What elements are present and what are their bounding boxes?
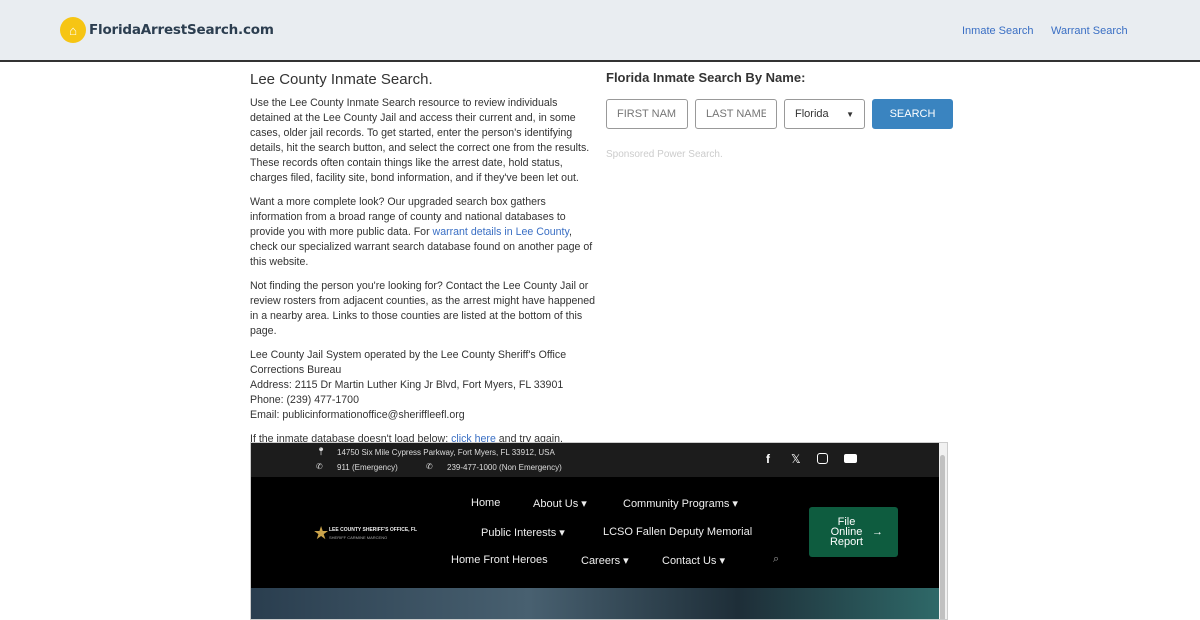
label: File Online Report [829, 516, 863, 548]
nav-warrant-search[interactable]: Warrant Search [1051, 25, 1128, 37]
x-icon[interactable]: 𝕏 [791, 452, 801, 466]
instagram-icon[interactable] [817, 453, 828, 464]
intro-paragraph: Use the Lee County Inmate Search resourc… [250, 97, 590, 184]
embed-logo-line2: SHERIFF CARMINE MARCENO [329, 535, 388, 540]
embed-phone-nonemergency[interactable]: 239-477-1000 (Non Emergency) [447, 463, 562, 472]
logo-text: FloridaArrestSearch.com [89, 22, 274, 38]
embed-topbar: 📍︎ 14750 Six Mile Cypress Parkway, Fort … [251, 443, 947, 477]
sponsored-text: Sponsored Power Search. [606, 149, 723, 160]
embed-menu-community[interactable]: Community Programs ▾ [623, 497, 738, 510]
article: Lee County Inmate Search. Use the Lee Co… [250, 72, 596, 456]
sheriff-star-icon: ★ [313, 523, 330, 543]
embed-phone-emergency[interactable]: 911 (Emergency) [337, 463, 398, 472]
first-name-input[interactable] [606, 99, 688, 129]
label: About Us [533, 498, 579, 510]
not-found-paragraph: Not finding the person you're looking fo… [250, 280, 596, 337]
warrant-link[interactable]: warrant details in Lee County [433, 226, 569, 238]
state-value: Florida [795, 108, 829, 120]
hero-image [251, 588, 947, 619]
embedded-sheriff-site: 📍︎ 14750 Six Mile Cypress Parkway, Fort … [250, 442, 948, 620]
upgrade-paragraph: Want a more complete look? Our upgraded … [250, 195, 596, 270]
embed-menu-heroes[interactable]: Home Front Heroes [451, 554, 548, 566]
embed-menu-public[interactable]: Public Interests ▾ [481, 526, 565, 539]
embed-menu-careers[interactable]: Careers ▾ [581, 554, 629, 567]
label: Careers [581, 555, 621, 567]
jail-operator: Lee County Jail System operated by the L… [250, 349, 567, 376]
scrollbar-thumb[interactable] [940, 455, 945, 619]
embed-logo-line1: LEE COUNTY SHERIFF'S OFFICE, FL [329, 527, 418, 533]
site-header: ⌂ FloridaArrestSearch.com Inmate Search … [0, 0, 1200, 62]
embed-menu-home[interactable]: Home [471, 497, 500, 509]
jail-phone: Phone: (239) 477-1700 [250, 394, 359, 406]
facebook-icon[interactable]: f [766, 452, 770, 466]
flip-flops-icon: ⌂ [60, 17, 86, 43]
jail-info: Lee County Jail System operated by the L… [250, 348, 596, 423]
label: Contact Us [662, 555, 717, 567]
search-panel: Florida Inmate Search By Name: Florida▼ … [606, 70, 956, 160]
map-pin-icon: 📍︎ [316, 447, 327, 456]
caret-down-icon: ▼ [846, 109, 854, 119]
phone-icon: ✆ [426, 462, 433, 471]
nav-inmate-search[interactable]: Inmate Search [962, 25, 1034, 37]
embed-menu-about[interactable]: About Us ▾ [533, 497, 587, 510]
state-select[interactable]: Florida ▼ [784, 99, 865, 129]
label: Public Interests [481, 527, 557, 539]
last-name-input[interactable] [695, 99, 777, 129]
search-icon[interactable]: ⌕ [773, 553, 779, 566]
search-button[interactable]: SEARCH [872, 99, 953, 129]
site-logo[interactable]: ⌂ FloridaArrestSearch.com [60, 17, 274, 43]
search-title: Florida Inmate Search By Name: [606, 70, 806, 85]
embed-menu-memorial[interactable]: LCSO Fallen Deputy Memorial [603, 526, 752, 538]
file-online-report-button[interactable]: File Online Report → [809, 507, 898, 557]
phone-icon: ✆ [316, 462, 323, 471]
scrollbar[interactable] [939, 443, 947, 619]
arrow-right-icon: → [868, 526, 884, 538]
embed-address: 14750 Six Mile Cypress Parkway, Fort Mye… [337, 448, 555, 457]
label: Community Programs [623, 498, 730, 510]
jail-email: Email: publicinformationoffice@sheriffle… [250, 409, 465, 421]
jail-address: Address: 2115 Dr Martin Luther King Jr B… [250, 379, 564, 391]
embed-nav: ★ LEE COUNTY SHERIFF'S OFFICE, FL SHERIF… [251, 477, 947, 588]
page-title: Lee County Inmate Search. [250, 71, 433, 88]
youtube-icon[interactable] [844, 454, 857, 463]
embed-menu-contact[interactable]: Contact Us ▾ [662, 554, 725, 567]
